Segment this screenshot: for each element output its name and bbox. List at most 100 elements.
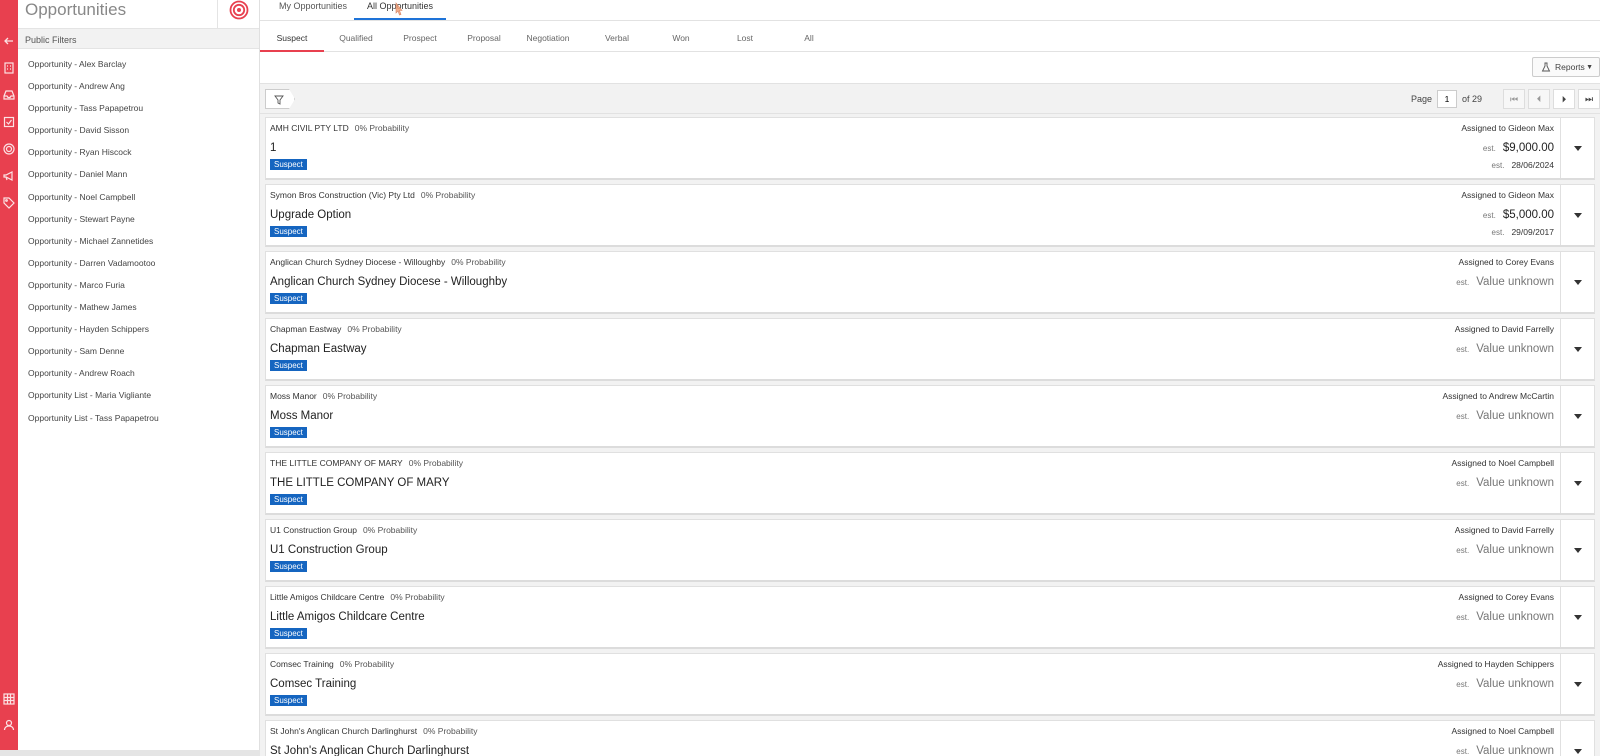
expand-card-button[interactable] bbox=[1560, 520, 1594, 580]
opportunity-card-body[interactable]: Moss Manor 0% Probability Moss Manor Suspec… bbox=[266, 386, 1560, 446]
opportunity-company[interactable]: THE LITTLE COMPANY OF MARY 0% Probability bbox=[270, 458, 463, 468]
expand-card-button[interactable] bbox=[1560, 319, 1594, 379]
stage-tab-all[interactable]: All bbox=[777, 21, 841, 51]
expand-card-button[interactable] bbox=[1560, 721, 1594, 756]
company-name[interactable]: AMH CIVIL PTY LTD bbox=[270, 123, 349, 133]
opportunity-name[interactable]: Moss Manor bbox=[270, 410, 333, 422]
filter-item[interactable]: Opportunity - Stewart Payne bbox=[18, 208, 259, 230]
opportunity-card[interactable]: THE LITTLE COMPANY OF MARY 0% Probability… bbox=[265, 452, 1595, 515]
company-name[interactable]: St John's Anglican Church Darlinghurst bbox=[270, 726, 417, 736]
filter-item[interactable]: Opportunity - Tass Papapetrou bbox=[18, 97, 259, 119]
opportunity-card[interactable]: Little Amigos Childcare Centre 0% Probabi… bbox=[265, 586, 1595, 649]
first-page-button[interactable]: ⏮ bbox=[1503, 89, 1525, 109]
expand-card-button[interactable] bbox=[1560, 654, 1594, 714]
filter-item[interactable]: Opportunity List - Maria Vigliante bbox=[18, 384, 259, 406]
opportunity-company[interactable]: Little Amigos Childcare Centre 0% Probabi… bbox=[270, 592, 445, 602]
company-name[interactable]: Chapman Eastway bbox=[270, 324, 341, 334]
grid-icon[interactable] bbox=[2, 692, 16, 706]
opportunity-name[interactable]: St John's Anglican Church Darlinghurst bbox=[270, 745, 469, 756]
opportunity-card-body[interactable]: AMH CIVIL PTY LTD 0% Probability 1 Suspect A… bbox=[266, 118, 1560, 178]
opportunity-card[interactable]: AMH CIVIL PTY LTD 0% Probability 1 Suspect A… bbox=[265, 117, 1595, 180]
back-arrow-icon[interactable] bbox=[2, 34, 16, 48]
expand-card-button[interactable] bbox=[1560, 118, 1594, 178]
expand-card-button[interactable] bbox=[1560, 386, 1594, 446]
opportunity-card-body[interactable]: Little Amigos Childcare Centre 0% Probabi… bbox=[266, 587, 1560, 647]
filter-item[interactable]: Opportunity - Daniel Mann bbox=[18, 163, 259, 185]
opportunity-company[interactable]: Moss Manor 0% Probability bbox=[270, 391, 377, 401]
filter-item[interactable]: Opportunity - Marco Furia bbox=[18, 274, 259, 296]
company-name[interactable]: Anglican Church Sydney Diocese - Willoug… bbox=[270, 257, 445, 267]
target-icon[interactable] bbox=[2, 142, 16, 156]
target-icon[interactable] bbox=[229, 0, 249, 20]
opportunity-card[interactable]: Comsec Training 0% Probability Comsec Trai… bbox=[265, 653, 1595, 716]
opportunity-card-body[interactable]: Anglican Church Sydney Diocese - Willoug… bbox=[266, 252, 1560, 312]
tab-my-opportunities[interactable]: My Opportunities bbox=[279, 0, 347, 20]
person-icon[interactable] bbox=[2, 718, 16, 732]
filter-toggle-button[interactable] bbox=[265, 89, 295, 109]
filter-item[interactable]: Opportunity - Andrew Roach bbox=[18, 362, 259, 384]
company-name[interactable]: Moss Manor bbox=[270, 391, 317, 401]
opportunity-name[interactable]: Little Amigos Childcare Centre bbox=[270, 611, 425, 623]
stage-tab-negotiation[interactable]: Negotiation bbox=[516, 21, 580, 51]
megaphone-icon[interactable] bbox=[2, 169, 16, 183]
opportunity-card-body[interactable]: Chapman Eastway 0% Probability Chapman Eas… bbox=[266, 319, 1560, 379]
opportunity-card-body[interactable]: Comsec Training 0% Probability Comsec Trai… bbox=[266, 654, 1560, 714]
expand-card-button[interactable] bbox=[1560, 252, 1594, 312]
expand-card-button[interactable] bbox=[1560, 185, 1594, 245]
company-name[interactable]: U1 Construction Group bbox=[270, 525, 357, 535]
opportunity-company[interactable]: Comsec Training 0% Probability bbox=[270, 659, 394, 669]
opportunity-company[interactable]: Chapman Eastway 0% Probability bbox=[270, 324, 402, 334]
checklist-icon[interactable] bbox=[2, 115, 16, 129]
building-icon[interactable] bbox=[2, 61, 16, 75]
filter-item[interactable]: Opportunity - Hayden Schippers bbox=[18, 318, 259, 340]
opportunity-card-body[interactable]: St John's Anglican Church Darlinghurst 0%… bbox=[266, 721, 1560, 756]
filter-item[interactable]: Opportunity - Michael Zannetides bbox=[18, 230, 259, 252]
stage-tab-won[interactable]: Won bbox=[649, 21, 713, 51]
filter-item[interactable]: Opportunity - Ryan Hiscock bbox=[18, 141, 259, 163]
previous-page-button[interactable]: ⏴ bbox=[1528, 89, 1550, 109]
last-page-button[interactable]: ⏭ bbox=[1578, 89, 1600, 109]
opportunity-card-body[interactable]: THE LITTLE COMPANY OF MARY 0% Probability… bbox=[266, 453, 1560, 513]
opportunity-card[interactable]: Moss Manor 0% Probability Moss Manor Suspec… bbox=[265, 385, 1595, 448]
filter-item[interactable]: Opportunity - Mathew James bbox=[18, 296, 259, 318]
page-number-input[interactable] bbox=[1436, 90, 1457, 108]
opportunity-company[interactable]: AMH CIVIL PTY LTD 0% Probability bbox=[270, 123, 409, 133]
expand-card-button[interactable] bbox=[1560, 453, 1594, 513]
filter-item[interactable]: Opportunity - Noel Campbell bbox=[18, 186, 259, 208]
inbox-icon[interactable] bbox=[2, 88, 16, 102]
opportunity-name[interactable]: Chapman Eastway bbox=[270, 343, 367, 355]
opportunity-card[interactable]: Chapman Eastway 0% Probability Chapman Eas… bbox=[265, 318, 1595, 381]
stage-tab-lost[interactable]: Lost bbox=[713, 21, 777, 51]
stage-tab-prospect[interactable]: Prospect bbox=[388, 21, 452, 51]
company-name[interactable]: Little Amigos Childcare Centre bbox=[270, 592, 384, 602]
next-page-button[interactable]: ⏵ bbox=[1553, 89, 1575, 109]
opportunity-company[interactable]: U1 Construction Group 0% Probability bbox=[270, 525, 417, 535]
company-name[interactable]: Comsec Training bbox=[270, 659, 334, 669]
company-name[interactable]: Symon Bros Construction (Vic) Pty Ltd bbox=[270, 190, 415, 200]
opportunity-company[interactable]: St John's Anglican Church Darlinghurst 0%… bbox=[270, 726, 478, 736]
opportunity-name[interactable]: 1 bbox=[270, 142, 276, 154]
reports-button[interactable]: Reports ▼ bbox=[1532, 57, 1600, 77]
opportunity-card-body[interactable]: Symon Bros Construction (Vic) Pty Ltd 0% … bbox=[266, 185, 1560, 245]
company-name[interactable]: THE LITTLE COMPANY OF MARY bbox=[270, 458, 403, 468]
opportunity-card[interactable]: Symon Bros Construction (Vic) Pty Ltd 0% … bbox=[265, 184, 1595, 247]
filter-item[interactable]: Opportunity - David Sisson bbox=[18, 119, 259, 141]
opportunity-name[interactable]: U1 Construction Group bbox=[270, 544, 388, 556]
filter-item[interactable]: Opportunity - Darren Vadamootoo bbox=[18, 252, 259, 274]
opportunity-company[interactable]: Symon Bros Construction (Vic) Pty Ltd 0% … bbox=[270, 190, 475, 200]
opportunity-name[interactable]: Comsec Training bbox=[270, 678, 356, 690]
opportunity-card-body[interactable]: U1 Construction Group 0% Probability U1 Co… bbox=[266, 520, 1560, 580]
opportunity-name[interactable]: Upgrade Option bbox=[270, 209, 351, 221]
opportunity-name[interactable]: THE LITTLE COMPANY OF MARY bbox=[270, 477, 450, 489]
opportunity-card[interactable]: U1 Construction Group 0% Probability U1 Co… bbox=[265, 519, 1595, 582]
expand-card-button[interactable] bbox=[1560, 587, 1594, 647]
stage-tab-verbal[interactable]: Verbal bbox=[585, 21, 649, 51]
filter-item[interactable]: Opportunity List - Tass Papapetrou bbox=[18, 407, 259, 429]
filter-item[interactable]: Opportunity - Sam Denne bbox=[18, 340, 259, 362]
stage-tab-proposal[interactable]: Proposal bbox=[452, 21, 516, 51]
filter-item[interactable]: Opportunity - Andrew Ang bbox=[18, 75, 259, 97]
opportunity-name[interactable]: Anglican Church Sydney Diocese - Willoug… bbox=[270, 276, 507, 288]
tag-icon[interactable] bbox=[2, 196, 16, 210]
opportunity-company[interactable]: Anglican Church Sydney Diocese - Willoug… bbox=[270, 257, 506, 267]
stage-tab-qualified[interactable]: Qualified bbox=[324, 21, 388, 51]
